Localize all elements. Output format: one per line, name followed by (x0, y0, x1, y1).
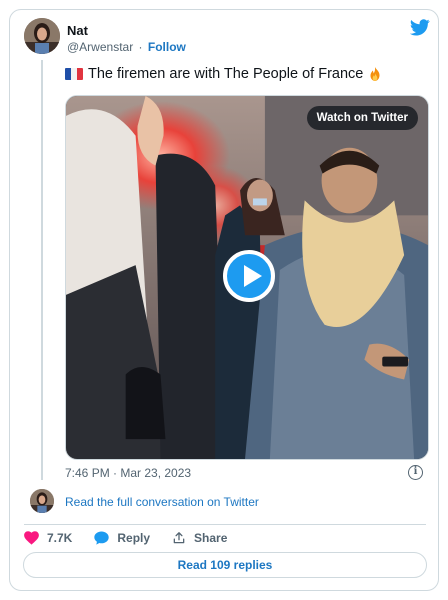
like-button[interactable]: 7.7K (24, 531, 72, 545)
play-icon[interactable] (223, 250, 275, 302)
author-name[interactable]: Nat (67, 23, 88, 38)
reply-bubble-icon (94, 531, 110, 545)
tweet-body: The firemen are with The People of Franc… (88, 66, 364, 82)
info-icon[interactable]: i (408, 465, 423, 480)
read-replies-button[interactable]: Read 109 replies (23, 552, 427, 578)
flag-stripe-red (77, 68, 83, 80)
share-label: Share (194, 531, 228, 545)
separator-dot: · (138, 40, 143, 54)
action-bar: 7.7K Reply Share (24, 530, 249, 546)
author-handle[interactable]: @Arwenstar (67, 40, 133, 54)
author-handle-row: @Arwenstar · Follow (67, 40, 186, 54)
tweet-timestamp[interactable]: 7:46 PM · Mar 23, 2023 (65, 466, 191, 480)
author-avatar[interactable] (24, 18, 60, 54)
reply-button[interactable]: Reply (94, 531, 150, 545)
reply-label: Reply (117, 531, 151, 545)
share-button[interactable]: Share (172, 531, 227, 545)
heart-icon (24, 531, 39, 545)
conversation-avatar[interactable] (30, 489, 54, 513)
video-player[interactable]: Watch on Twitter (65, 95, 429, 460)
tweet-card: Nat @Arwenstar · Follow The firemen are … (9, 9, 439, 591)
thread-line (41, 60, 43, 480)
share-icon (173, 532, 185, 544)
watch-on-twitter-button[interactable]: Watch on Twitter (306, 106, 418, 130)
twitter-bird-icon[interactable] (410, 19, 430, 36)
france-flag-icon (65, 68, 83, 80)
follow-button[interactable]: Follow (148, 40, 186, 54)
divider (24, 524, 426, 525)
like-count: 7.7K (47, 531, 73, 545)
tweet-text: The firemen are with The People of Franc… (65, 66, 383, 82)
fire-emoji-icon (370, 67, 380, 81)
read-conversation-link[interactable]: Read the full conversation on Twitter (65, 495, 259, 509)
